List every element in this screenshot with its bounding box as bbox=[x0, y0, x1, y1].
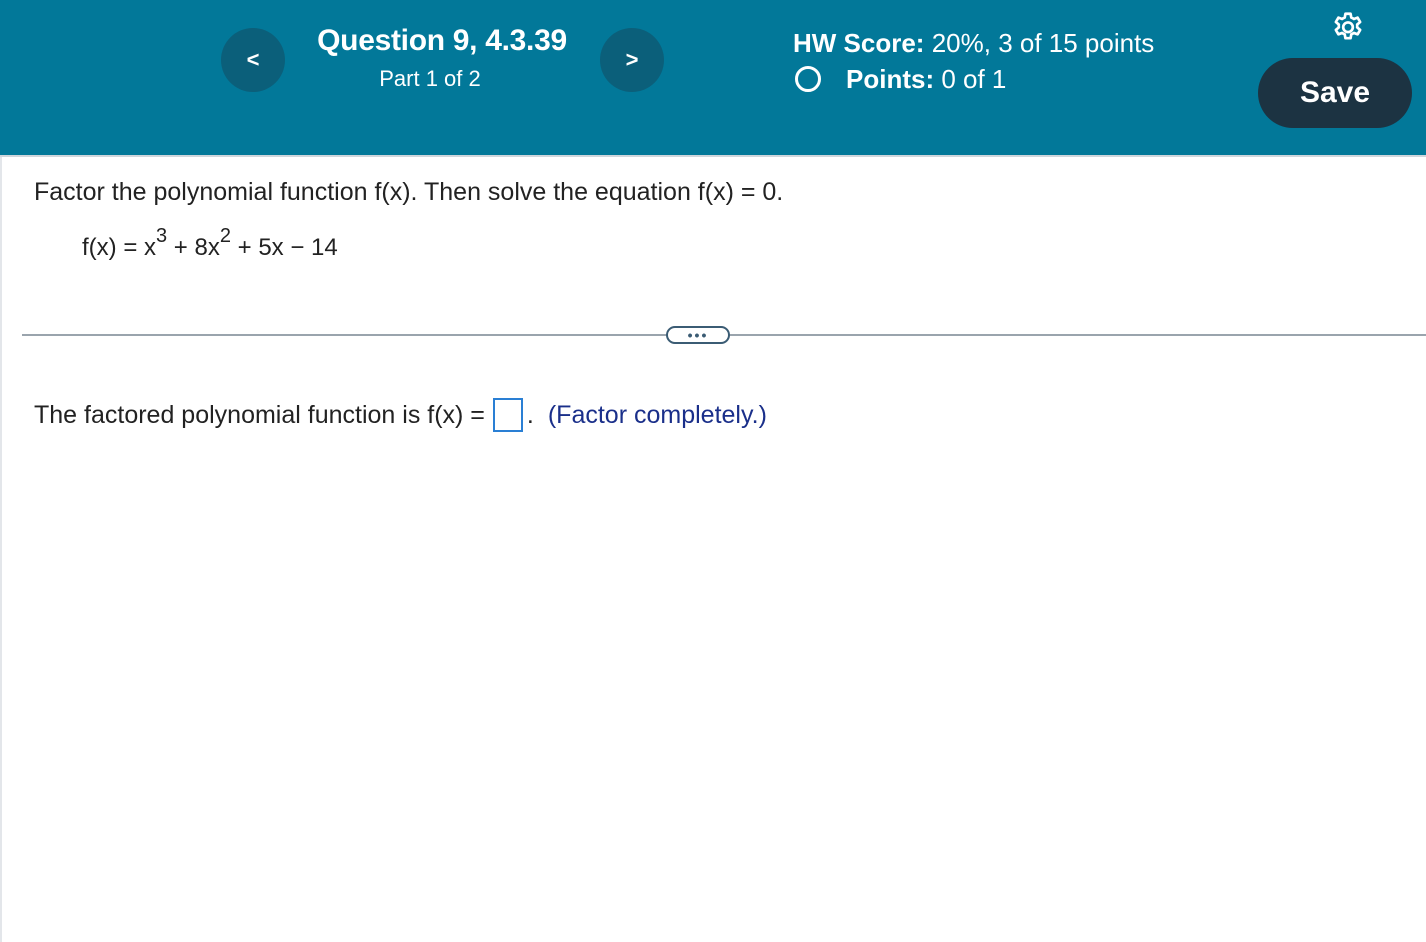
equation-rest: + 5x − 14 bbox=[230, 234, 338, 261]
expand-more-button[interactable]: ••• bbox=[666, 326, 730, 344]
points: Points: 0 of 1 bbox=[846, 64, 1006, 95]
hw-score: HW Score: 20%, 3 of 15 points bbox=[793, 28, 1154, 59]
left-edge-rule bbox=[0, 157, 2, 942]
answer-hint: (Factor completely.) bbox=[547, 400, 767, 429]
equation-exponent-3: 3 bbox=[156, 225, 168, 247]
chevron-right-icon: > bbox=[625, 47, 639, 72]
hw-score-value: 20%, 3 of 15 points bbox=[931, 28, 1155, 58]
circle-icon bbox=[795, 66, 821, 92]
equation-term-8x: + 8x bbox=[167, 234, 220, 261]
gear-icon[interactable] bbox=[1330, 10, 1366, 46]
question-title: Question 9, 4.3.39 bbox=[317, 24, 567, 57]
points-value: 0 of 1 bbox=[941, 64, 1007, 94]
answer-input[interactable] bbox=[492, 398, 523, 432]
question-header: < Question 9, 4.3.39 Part 1 of 2 > HW Sc… bbox=[0, 0, 1426, 157]
question-part: Part 1 of 2 bbox=[379, 66, 481, 91]
problem-instruction: Factor the polynomial function f(x). The… bbox=[34, 178, 784, 206]
save-button[interactable]: Save bbox=[1258, 58, 1412, 128]
points-label: Points: bbox=[846, 64, 935, 94]
chevron-left-icon: < bbox=[246, 47, 260, 72]
equation-exponent-2: 2 bbox=[219, 225, 231, 247]
polynomial-equation: f(x) = x3 + 8x2 + 5x − 14 bbox=[82, 226, 338, 261]
answer-line: The factored polynomial function is f(x)… bbox=[34, 398, 767, 432]
equation-lhs: f(x) = x bbox=[82, 234, 157, 261]
answer-prompt: The factored polynomial function is f(x)… bbox=[34, 400, 485, 429]
answer-suffix: . bbox=[526, 400, 534, 429]
previous-question-button[interactable]: < bbox=[221, 28, 285, 92]
next-question-button[interactable]: > bbox=[600, 28, 664, 92]
hw-score-label: HW Score: bbox=[793, 28, 925, 58]
